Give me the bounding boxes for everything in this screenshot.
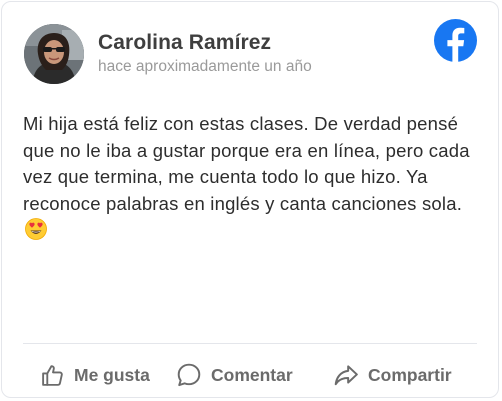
post-timestamp[interactable]: hace aproximadamente un año: [98, 58, 312, 76]
share-label: Compartir: [368, 364, 452, 385]
post-body: Mi hija está feliz con estas clases. De …: [23, 111, 485, 244]
comment-button[interactable]: Comentar: [176, 358, 293, 392]
avatar[interactable]: [24, 24, 84, 84]
action-bar: Me gusta Comentar Compartir: [2, 358, 498, 392]
speech-bubble-icon: [176, 362, 202, 388]
post-body-text: Mi hija está feliz con estas clases. De …: [23, 113, 470, 214]
avatar-photo: [24, 24, 84, 84]
comment-label: Comentar: [211, 364, 293, 385]
like-button[interactable]: Me gusta: [40, 358, 150, 392]
thumbs-up-icon: [40, 363, 65, 388]
post-card: Carolina Ramírez hace aproximadamente un…: [1, 1, 499, 398]
like-label: Me gusta: [74, 364, 150, 385]
share-button[interactable]: Compartir: [333, 358, 452, 392]
heart-eyes-emoji-icon: [25, 218, 47, 240]
author-name[interactable]: Carolina Ramírez: [98, 31, 271, 55]
facebook-icon[interactable]: [434, 19, 477, 62]
share-arrow-icon: [333, 362, 359, 388]
actions-divider: [23, 343, 477, 344]
